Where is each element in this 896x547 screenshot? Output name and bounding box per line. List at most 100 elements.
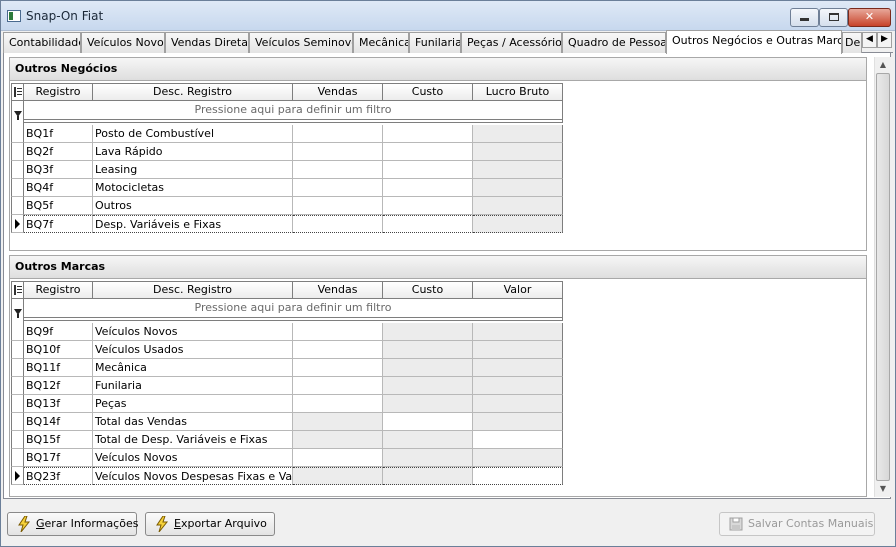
row-indicator[interactable] — [11, 449, 24, 467]
cell-custo[interactable] — [383, 179, 473, 197]
cell-vendas[interactable] — [293, 359, 383, 377]
cell-registro[interactable]: BQ5f — [24, 197, 93, 215]
table-row[interactable]: BQ5f Outros — [11, 197, 563, 215]
tab-veiculos-novos[interactable]: Veículos Novos — [81, 32, 165, 53]
tab-outros-negocios[interactable]: Outros Negócios e Outras Marcas — [666, 30, 842, 54]
tab-scroll-left-button[interactable]: ◀ — [862, 32, 877, 48]
cell-last[interactable] — [473, 377, 563, 395]
gerar-informacoes-button[interactable]: Gerar Informações — [7, 512, 138, 536]
table-row[interactable]: BQ10f Veículos Usados — [11, 341, 563, 359]
filter-icon[interactable] — [11, 101, 24, 125]
row-indicator[interactable] — [11, 341, 24, 359]
cell-registro[interactable]: BQ4f — [24, 179, 93, 197]
cell-desc[interactable]: Veículos Novos — [93, 323, 293, 341]
row-indicator[interactable] — [11, 179, 24, 197]
row-indicator[interactable] — [11, 377, 24, 395]
table-row[interactable]: BQ23fVeículos Novos Despesas Fixas e Var… — [11, 467, 563, 485]
column-header[interactable]: Lucro Bruto — [472, 83, 563, 101]
cell-vendas[interactable] — [293, 449, 383, 467]
cell-custo[interactable] — [383, 395, 473, 413]
cell-desc[interactable]: Motocicletas — [93, 179, 293, 197]
cell-registro[interactable]: BQ12f — [24, 377, 93, 395]
cell-registro[interactable]: BQ11f — [24, 359, 93, 377]
row-indicator[interactable] — [11, 323, 24, 341]
tab-pecas-acessorios[interactable]: Peças / Acessórios — [461, 32, 562, 53]
tab-scroll-right-button[interactable]: ▶ — [877, 32, 892, 48]
cell-custo[interactable] — [383, 431, 473, 449]
tab-mecanica[interactable]: Mecânica — [353, 32, 409, 53]
row-indicator[interactable] — [11, 413, 24, 431]
cell-vendas[interactable] — [293, 395, 383, 413]
table-row[interactable]: BQ9f Veículos Novos — [11, 323, 563, 341]
cell-desc[interactable]: Outros — [93, 197, 293, 215]
cell-desc[interactable]: Veículos Novos Despesas Fixas e Variávei… — [93, 467, 293, 485]
minimize-button[interactable] — [790, 8, 819, 27]
cell-custo[interactable] — [383, 143, 473, 161]
scroll-thumb[interactable] — [876, 73, 890, 481]
cell-desc[interactable]: Veículos Novos — [93, 449, 293, 467]
cell-custo[interactable] — [383, 449, 473, 467]
cell-vendas[interactable] — [293, 323, 383, 341]
cell-vendas[interactable] — [293, 215, 383, 233]
filter-row[interactable]: Pressione aqui para definir um filtro — [24, 299, 563, 317]
cell-vendas[interactable] — [293, 125, 383, 143]
cell-desc[interactable]: Desp. Variáveis e Fixas — [93, 215, 293, 233]
cell-custo[interactable] — [383, 377, 473, 395]
cell-registro[interactable]: BQ13f — [24, 395, 93, 413]
cell-vendas[interactable] — [293, 161, 383, 179]
column-header[interactable]: Registro — [23, 83, 93, 101]
cell-vendas[interactable] — [293, 341, 383, 359]
cell-registro[interactable]: BQ17f — [24, 449, 93, 467]
cell-custo[interactable] — [383, 341, 473, 359]
tab-overflow[interactable]: De — [842, 32, 862, 53]
column-header[interactable]: Registro — [23, 281, 93, 299]
tab-veiculos-seminovos[interactable]: Veículos Seminovos — [249, 32, 353, 53]
table-row[interactable]: BQ4f Motocicletas — [11, 179, 563, 197]
cell-vendas[interactable] — [293, 179, 383, 197]
cell-desc[interactable]: Veículos Usados — [93, 341, 293, 359]
row-indicator[interactable] — [11, 125, 24, 143]
cell-desc[interactable]: Leasing — [93, 161, 293, 179]
cell-custo[interactable] — [383, 413, 473, 431]
cell-registro[interactable]: BQ15f — [24, 431, 93, 449]
table-row[interactable]: BQ12f Funilaria — [11, 377, 563, 395]
scroll-down-icon[interactable]: ▼ — [875, 481, 891, 497]
tab-contabilidade[interactable]: Contabilidade — [3, 32, 81, 53]
row-indicator[interactable] — [11, 467, 24, 485]
close-button[interactable]: ✕ — [848, 8, 891, 27]
table-row[interactable]: BQ17f Veículos Novos — [11, 449, 563, 467]
salvar-contas-manuais-button[interactable]: Salvar Contas Manuais — [719, 512, 875, 536]
cell-custo[interactable] — [383, 323, 473, 341]
cell-last[interactable] — [473, 431, 563, 449]
cell-vendas[interactable] — [293, 143, 383, 161]
column-header[interactable]: Custo — [382, 281, 473, 299]
cell-last[interactable] — [473, 323, 563, 341]
cell-last[interactable] — [473, 179, 563, 197]
cell-registro[interactable]: BQ3f — [24, 161, 93, 179]
column-header[interactable]: Vendas — [292, 83, 383, 101]
cell-registro[interactable]: BQ10f — [24, 341, 93, 359]
cell-custo[interactable] — [383, 215, 473, 233]
cell-registro[interactable]: BQ7f — [24, 215, 93, 233]
tab-funilaria[interactable]: Funilaria — [409, 32, 461, 53]
cell-desc[interactable]: Posto de Combustível — [93, 125, 293, 143]
table-row[interactable]: BQ1f Posto de Combustível — [11, 125, 563, 143]
row-indicator[interactable] — [11, 359, 24, 377]
cell-last[interactable] — [473, 215, 563, 233]
scroll-up-icon[interactable]: ▲ — [875, 57, 891, 73]
cell-vendas[interactable] — [293, 413, 383, 431]
tab-quadro-de-pessoas[interactable]: Quadro de Pessoas — [562, 32, 666, 53]
filter-row[interactable]: Pressione aqui para definir um filtro — [24, 101, 563, 119]
cell-registro[interactable]: BQ23f — [24, 467, 93, 485]
cell-last[interactable] — [473, 413, 563, 431]
cell-last[interactable] — [473, 161, 563, 179]
table-row[interactable]: BQ13f Peças — [11, 395, 563, 413]
filter-icon[interactable] — [11, 299, 24, 323]
row-indicator[interactable] — [11, 395, 24, 413]
column-header[interactable]: Desc. Registro — [92, 281, 293, 299]
cell-desc[interactable]: Lava Rápido — [93, 143, 293, 161]
cell-registro[interactable]: BQ9f — [24, 323, 93, 341]
row-indicator[interactable] — [11, 197, 24, 215]
cell-custo[interactable] — [383, 359, 473, 377]
table-row[interactable]: BQ11f Mecânica — [11, 359, 563, 377]
